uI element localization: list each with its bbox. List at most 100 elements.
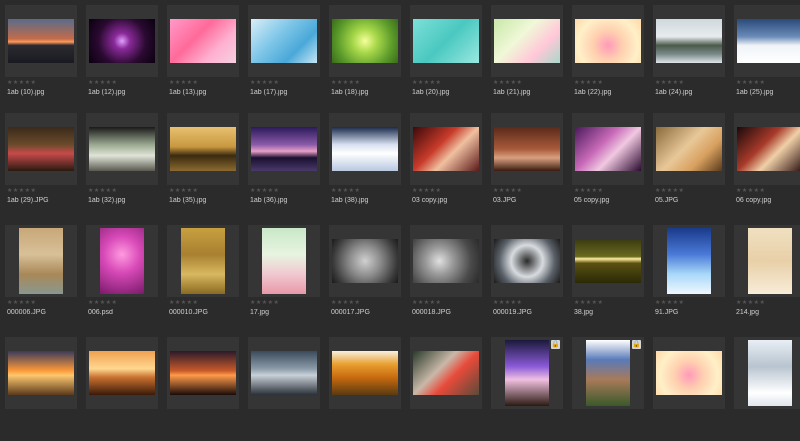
star-rating[interactable]: ★★★★★ bbox=[412, 187, 441, 194]
thumbnail-image[interactable] bbox=[494, 19, 560, 63]
thumbnail-frame[interactable] bbox=[5, 113, 77, 185]
thumbnail-item[interactable]: ★★★★★ 1ab (10).jpg bbox=[5, 5, 77, 109]
star-rating[interactable]: ★★★★★ bbox=[7, 299, 36, 306]
thumbnail-image[interactable] bbox=[19, 228, 63, 294]
star-rating[interactable]: ★★★★★ bbox=[88, 79, 117, 86]
thumbnail-item[interactable] bbox=[5, 337, 77, 441]
thumbnail-image[interactable] bbox=[8, 351, 74, 395]
thumbnail-item[interactable]: ★★★★★ 214.jpg bbox=[734, 225, 800, 329]
thumbnail-item[interactable]: ★★★★★ 17.jpg bbox=[248, 225, 320, 329]
star-rating[interactable]: ★★★★★ bbox=[169, 299, 198, 306]
thumbnail-frame[interactable] bbox=[734, 113, 800, 185]
thumbnail-image[interactable] bbox=[170, 351, 236, 395]
thumbnail-frame[interactable] bbox=[167, 5, 239, 77]
thumbnail-frame[interactable] bbox=[86, 337, 158, 409]
thumbnail-frame[interactable] bbox=[329, 225, 401, 297]
thumbnail-frame[interactable] bbox=[329, 337, 401, 409]
thumbnail-item[interactable]: ★★★★★ 006.psd bbox=[86, 225, 158, 329]
star-rating[interactable]: ★★★★★ bbox=[169, 187, 198, 194]
thumbnail-frame[interactable] bbox=[86, 5, 158, 77]
thumbnail-frame[interactable] bbox=[572, 113, 644, 185]
thumbnail-frame[interactable] bbox=[410, 337, 482, 409]
thumbnail-frame[interactable] bbox=[734, 337, 800, 409]
thumbnail-item[interactable]: ★★★★★ 1ab (36).jpg bbox=[248, 113, 320, 217]
thumbnail-image[interactable] bbox=[656, 19, 722, 63]
thumbnail-item[interactable]: ★★★★★ 1ab (25).jpg bbox=[734, 5, 800, 109]
star-rating[interactable]: ★★★★★ bbox=[736, 299, 765, 306]
thumbnail-item[interactable]: ★★★★★ 1ab (22).jpg bbox=[572, 5, 644, 109]
thumbnail-item[interactable]: ★★★★★ 91.JPG bbox=[653, 225, 725, 329]
thumbnail-frame[interactable] bbox=[653, 5, 725, 77]
thumbnail-frame[interactable]: 🔒 bbox=[491, 337, 563, 409]
thumbnail-item[interactable]: ★★★★★ 1ab (29).JPG bbox=[5, 113, 77, 217]
thumbnail-image[interactable] bbox=[8, 19, 74, 63]
thumbnail-frame[interactable] bbox=[410, 113, 482, 185]
thumbnail-item[interactable] bbox=[248, 337, 320, 441]
thumbnail-image[interactable] bbox=[170, 19, 236, 63]
thumbnail-item[interactable] bbox=[410, 337, 482, 441]
thumbnail-frame[interactable] bbox=[572, 225, 644, 297]
thumbnail-item[interactable]: ★★★★★ 38.jpg bbox=[572, 225, 644, 329]
star-rating[interactable]: ★★★★★ bbox=[250, 79, 279, 86]
thumbnail-frame[interactable] bbox=[653, 337, 725, 409]
thumbnail-image[interactable] bbox=[413, 127, 479, 171]
star-rating[interactable]: ★★★★★ bbox=[331, 299, 360, 306]
thumbnail-image[interactable] bbox=[332, 351, 398, 395]
thumbnail-frame[interactable] bbox=[167, 113, 239, 185]
thumbnail-item[interactable]: ★★★★★ 000018.JPG bbox=[410, 225, 482, 329]
thumbnail-image[interactable] bbox=[494, 239, 560, 283]
thumbnail-image[interactable] bbox=[656, 351, 722, 395]
thumbnail-image[interactable] bbox=[251, 351, 317, 395]
thumbnail-image[interactable] bbox=[89, 127, 155, 171]
thumbnail-item[interactable]: ★★★★★ 1ab (38).jpg bbox=[329, 113, 401, 217]
star-rating[interactable]: ★★★★★ bbox=[331, 79, 360, 86]
thumbnail-item[interactable] bbox=[86, 337, 158, 441]
thumbnail-image[interactable] bbox=[413, 19, 479, 63]
thumbnail-image[interactable] bbox=[262, 228, 306, 294]
thumbnail-image[interactable] bbox=[100, 228, 144, 294]
star-rating[interactable]: ★★★★★ bbox=[574, 79, 603, 86]
thumbnail-image[interactable] bbox=[748, 340, 792, 406]
thumbnail-frame[interactable] bbox=[572, 5, 644, 77]
thumbnail-frame[interactable] bbox=[248, 5, 320, 77]
thumbnail-frame[interactable] bbox=[5, 225, 77, 297]
thumbnail-frame[interactable] bbox=[86, 113, 158, 185]
star-rating[interactable]: ★★★★★ bbox=[655, 299, 684, 306]
star-rating[interactable]: ★★★★★ bbox=[736, 79, 765, 86]
thumbnail-image[interactable] bbox=[748, 228, 792, 294]
thumbnail-item[interactable]: ★★★★★ 03 copy.jpg bbox=[410, 113, 482, 217]
star-rating[interactable]: ★★★★★ bbox=[412, 299, 441, 306]
thumbnail-frame[interactable] bbox=[167, 225, 239, 297]
thumbnail-frame[interactable] bbox=[653, 113, 725, 185]
thumbnail-item[interactable]: ★★★★★ 000010.JPG bbox=[167, 225, 239, 329]
thumbnail-image[interactable] bbox=[170, 127, 236, 171]
star-rating[interactable]: ★★★★★ bbox=[250, 187, 279, 194]
thumbnail-item[interactable]: 🔒 bbox=[572, 337, 644, 441]
thumbnail-image[interactable] bbox=[575, 19, 641, 63]
thumbnail-frame[interactable] bbox=[248, 337, 320, 409]
thumbnail-image[interactable] bbox=[89, 351, 155, 395]
thumbnail-frame[interactable] bbox=[248, 225, 320, 297]
thumbnail-frame[interactable] bbox=[491, 225, 563, 297]
star-rating[interactable]: ★★★★★ bbox=[574, 187, 603, 194]
star-rating[interactable]: ★★★★★ bbox=[493, 187, 522, 194]
thumbnail-item[interactable]: ★★★★★ 000019.JPG bbox=[491, 225, 563, 329]
thumbnail-image[interactable] bbox=[575, 239, 641, 283]
thumbnail-image[interactable] bbox=[89, 19, 155, 63]
star-rating[interactable]: ★★★★★ bbox=[655, 79, 684, 86]
star-rating[interactable]: ★★★★★ bbox=[574, 299, 603, 306]
star-rating[interactable]: ★★★★★ bbox=[169, 79, 198, 86]
star-rating[interactable]: ★★★★★ bbox=[7, 79, 36, 86]
thumbnail-item[interactable]: ★★★★★ 1ab (20).jpg bbox=[410, 5, 482, 109]
thumbnail-frame[interactable] bbox=[410, 225, 482, 297]
thumbnail-frame[interactable] bbox=[491, 113, 563, 185]
thumbnail-image[interactable] bbox=[494, 127, 560, 171]
thumbnail-item[interactable] bbox=[329, 337, 401, 441]
star-rating[interactable]: ★★★★★ bbox=[655, 187, 684, 194]
thumbnail-item[interactable]: ★★★★★ 1ab (17).jpg bbox=[248, 5, 320, 109]
star-rating[interactable]: ★★★★★ bbox=[88, 187, 117, 194]
star-rating[interactable]: ★★★★★ bbox=[331, 187, 360, 194]
thumbnail-image[interactable] bbox=[505, 340, 549, 406]
star-rating[interactable]: ★★★★★ bbox=[7, 187, 36, 194]
thumbnail-item[interactable]: ★★★★★ 1ab (24).jpg bbox=[653, 5, 725, 109]
